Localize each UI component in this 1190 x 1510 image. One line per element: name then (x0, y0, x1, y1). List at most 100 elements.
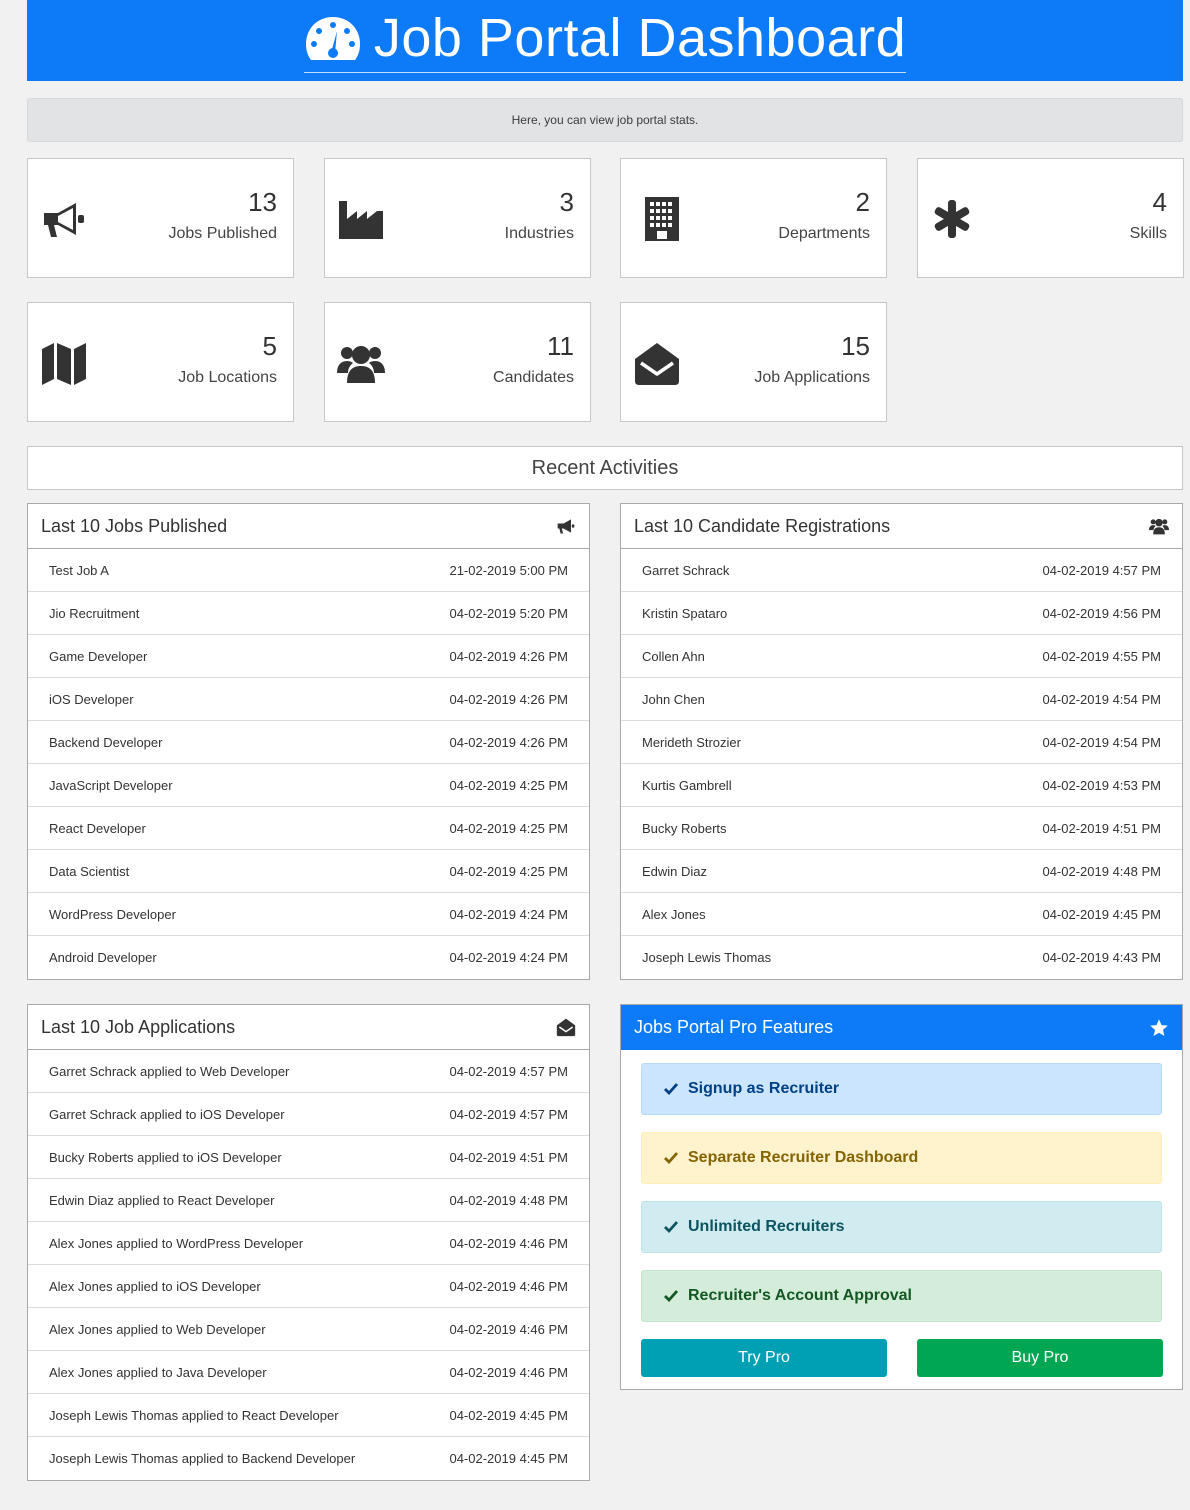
asterisk-icon (934, 200, 970, 238)
item-date: 04-02-2019 4:45 PM (1042, 906, 1161, 922)
factory-icon (339, 201, 383, 239)
item-date: 04-02-2019 4:56 PM (1042, 605, 1161, 621)
stat-value: 15 (841, 331, 870, 361)
list-item[interactable]: Edwin Diaz 04-02-2019 4:48 PM (621, 850, 1182, 893)
item-date: 04-02-2019 4:55 PM (1042, 648, 1161, 664)
list-item[interactable]: JavaScript Developer 04-02-2019 4:25 PM (28, 764, 589, 807)
item-date: 04-02-2019 4:43 PM (1042, 950, 1161, 965)
panel-header: Last 10 Job Applications (28, 1005, 589, 1050)
list-item[interactable]: Backend Developer 04-02-2019 4:26 PM (28, 721, 589, 764)
candidates-panel: Last 10 Candidate Registrations Garret S… (620, 503, 1183, 980)
list-item[interactable]: Data Scientist 04-02-2019 4:25 PM (28, 850, 589, 893)
item-name: Collen Ahn (642, 648, 705, 664)
list-item[interactable]: Collen Ahn 04-02-2019 4:55 PM (621, 635, 1182, 678)
item-name: Jio Recruitment (49, 605, 140, 621)
try-pro-button[interactable]: Try Pro (641, 1339, 887, 1377)
stat-value: 3 (559, 187, 574, 217)
stat-card-candidates[interactable]: 11 Candidates (324, 302, 591, 422)
panel-title: Last 10 Candidate Registrations (634, 515, 891, 536)
item-name: WordPress Developer (49, 906, 176, 922)
item-name: Kristin Spataro (642, 605, 728, 621)
item-date: 04-02-2019 5:20 PM (449, 605, 568, 621)
list-item[interactable]: Test Job A 21-02-2019 5:00 PM (28, 549, 589, 592)
item-date: 04-02-2019 4:25 PM (449, 777, 568, 793)
stat-value: 4 (1152, 187, 1167, 217)
item-date: 04-02-2019 4:26 PM (449, 648, 568, 664)
list-item[interactable]: React Developer 04-02-2019 4:25 PM (28, 807, 589, 850)
list-item[interactable]: Alex Jones applied to Web Developer 04-02… (28, 1308, 589, 1351)
stat-card-departments[interactable]: 2 Departments (620, 158, 887, 278)
item-name: Bucky Roberts applied to iOS Developer (49, 1149, 282, 1165)
panel-title: Last 10 Job Applications (41, 1016, 236, 1037)
buy-pro-button[interactable]: Buy Pro (917, 1339, 1163, 1377)
list-item[interactable]: Alex Jones 04-02-2019 4:45 PM (621, 893, 1182, 936)
stat-value: 13 (248, 187, 277, 217)
item-date: 04-02-2019 4:57 PM (449, 1063, 568, 1079)
star-icon (1150, 1018, 1168, 1036)
item-name: Alex Jones applied to WordPress Develope… (49, 1235, 304, 1251)
item-name: Game Developer (49, 648, 148, 664)
check-icon (664, 1152, 678, 1165)
panel-title: Last 10 Jobs Published (41, 515, 228, 536)
stat-label: Skills (1129, 225, 1167, 242)
list-item[interactable]: iOS Developer 04-02-2019 4:26 PM (28, 678, 589, 721)
list-item[interactable]: Joseph Lewis Thomas applied to React Dev… (28, 1394, 589, 1437)
list-item[interactable]: Game Developer 04-02-2019 4:26 PM (28, 635, 589, 678)
item-date: 04-02-2019 4:51 PM (449, 1149, 568, 1165)
item-date: 04-02-2019 4:25 PM (449, 863, 568, 879)
stat-label: Candidates (493, 369, 574, 386)
tachometer-icon (305, 17, 360, 60)
item-date: 04-02-2019 4:24 PM (449, 906, 568, 922)
list-item[interactable]: Bucky Roberts applied to iOS Developer 04… (28, 1136, 589, 1179)
list-item[interactable]: Kristin Spataro 04-02-2019 4:56 PM (621, 592, 1182, 635)
stat-value: 11 (547, 331, 574, 361)
item-date: 04-02-2019 4:26 PM (449, 734, 568, 750)
stat-card-job-locations[interactable]: 5 Job Locations (27, 302, 294, 422)
item-date: 04-02-2019 4:45 PM (449, 1451, 568, 1466)
item-date: 04-02-2019 4:24 PM (449, 950, 568, 965)
info-notice: Here, you can view job portal stats. (27, 98, 1183, 142)
list-item[interactable]: Edwin Diaz applied to React Developer 04-… (28, 1179, 589, 1222)
recent-activities-heading: Recent Activities (27, 446, 1183, 490)
page-title: Job Portal Dashboard (373, 8, 907, 68)
stat-label: Job Applications (754, 369, 870, 386)
list-item[interactable]: John Chen 04-02-2019 4:54 PM (621, 678, 1182, 721)
item-name: React Developer (49, 820, 146, 836)
stat-card-skills[interactable]: 4 Skills (917, 158, 1184, 278)
feature-unlimited-recruiters: Unlimited Recruiters (641, 1201, 1162, 1253)
item-name: Backend Developer (49, 734, 163, 750)
stat-value: 2 (855, 187, 870, 217)
list-item[interactable]: Merideth Strozier 04-02-2019 4:54 PM (621, 721, 1182, 764)
list-item[interactable]: Joseph Lewis Thomas 04-02-2019 4:43 PM (621, 936, 1182, 979)
list-item[interactable]: Alex Jones applied to iOS Developer 04-02… (28, 1265, 589, 1308)
panel-header: Last 10 Candidate Registrations (621, 504, 1182, 549)
list-item[interactable]: Joseph Lewis Thomas applied to Backend D… (28, 1437, 589, 1480)
feature-account-approval: Recruiter's Account Approval (641, 1270, 1162, 1322)
stat-label: Jobs Published (168, 225, 277, 242)
list-item[interactable]: Jio Recruitment 04-02-2019 5:20 PM (28, 592, 589, 635)
list-item[interactable]: Alex Jones applied to WordPress Develope… (28, 1222, 589, 1265)
stat-label: Job Locations (178, 369, 277, 386)
list-item[interactable]: Kurtis Gambrell 04-02-2019 4:53 PM (621, 764, 1182, 807)
list-item[interactable]: Bucky Roberts 04-02-2019 4:51 PM (621, 807, 1182, 850)
stat-card-job-applications[interactable]: 15 Job Applications (620, 302, 887, 422)
item-name: Joseph Lewis Thomas (642, 950, 772, 965)
item-date: 04-02-2019 4:54 PM (1042, 691, 1161, 707)
item-date: 04-02-2019 4:25 PM (449, 820, 568, 836)
header-title-group: Job Portal Dashboard (303, 8, 907, 73)
feature-label: Signup as Recruiter (688, 1080, 840, 1097)
pro-features-panel: Jobs Portal Pro Features Signup as Recru… (620, 1004, 1183, 1390)
stat-label: Industries (504, 225, 574, 242)
item-date: 04-02-2019 4:46 PM (449, 1321, 568, 1337)
list-item[interactable]: Garret Schrack applied to iOS Developer 0… (28, 1093, 589, 1136)
stat-card-jobs-published[interactable]: 13 Jobs Published (27, 158, 294, 278)
item-date: 04-02-2019 4:46 PM (449, 1235, 568, 1251)
list-item[interactable]: Alex Jones applied to Java Developer 04-0… (28, 1351, 589, 1394)
list-item[interactable]: Android Developer 04-02-2019 4:24 PM (28, 936, 589, 979)
list-item[interactable]: Garret Schrack 04-02-2019 4:57 PM (621, 549, 1182, 592)
item-name: Alex Jones applied to Web Developer (49, 1321, 266, 1337)
stat-card-industries[interactable]: 3 Industries (324, 158, 591, 278)
list-item[interactable]: WordPress Developer 04-02-2019 4:24 PM (28, 893, 589, 936)
list-item[interactable]: Garret Schrack applied to Web Developer 0… (28, 1050, 589, 1093)
pro-panel-header: Jobs Portal Pro Features (621, 1005, 1182, 1050)
